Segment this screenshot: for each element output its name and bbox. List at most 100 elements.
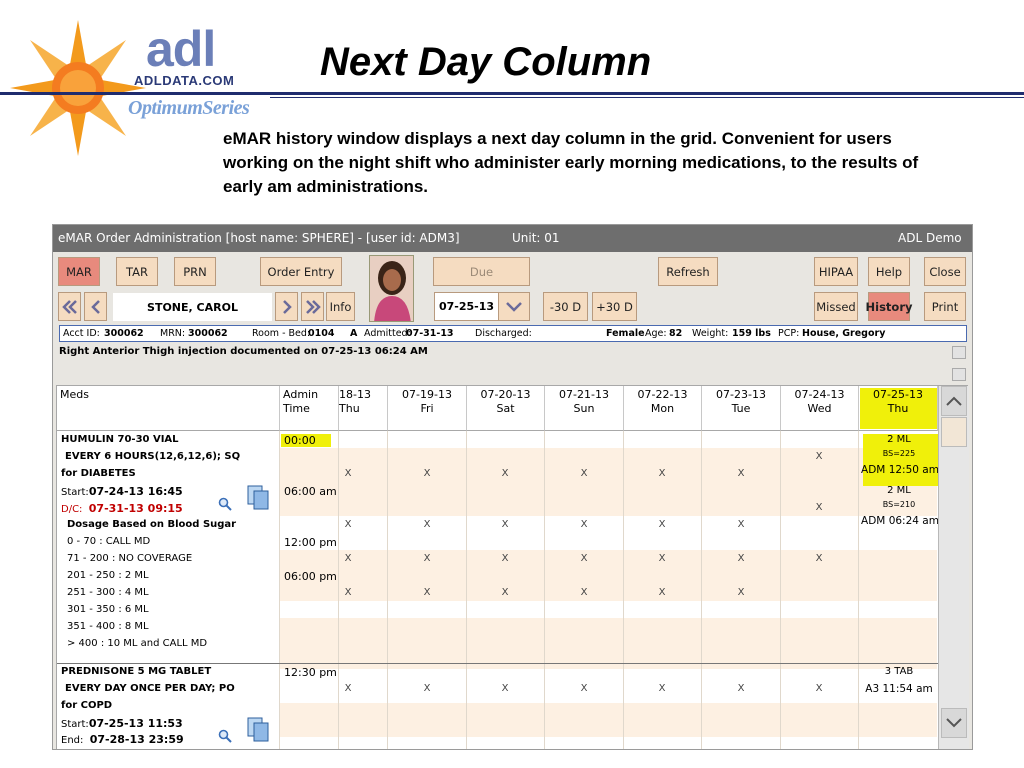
history-button[interactable]: History	[866, 292, 913, 321]
dc-date: 07-31-13 09:15	[88, 502, 183, 515]
admin1-dose[interactable]: 2 ML	[860, 434, 938, 445]
x-mark[interactable]: X	[655, 587, 669, 598]
end-date: 07-28-13 23:59	[89, 733, 184, 746]
x-mark[interactable]: X	[420, 683, 434, 694]
last-page-icon[interactable]	[301, 292, 324, 321]
day-col-6[interactable]: 07-24-13 Wed	[781, 386, 859, 431]
admin-time: 12:00 pm	[284, 536, 337, 549]
order-entry-button[interactable]: Order Entry	[260, 257, 342, 286]
info-button[interactable]: Info	[326, 292, 355, 321]
scroll-down-icon[interactable]	[941, 708, 967, 738]
x-mark[interactable]: X	[734, 553, 748, 564]
minus-30-days-button[interactable]: -30 D	[543, 292, 588, 321]
med1-name[interactable]: HUMULIN 70-30 VIAL	[61, 434, 179, 445]
med2-sig: EVERY DAY ONCE PER DAY; PO	[65, 683, 235, 694]
scroll-up-icon[interactable]	[941, 386, 967, 416]
x-mark[interactable]: X	[498, 468, 512, 479]
x-mark[interactable]: X	[655, 468, 669, 479]
help-button[interactable]: Help	[868, 257, 910, 286]
x-mark[interactable]: X	[577, 553, 591, 564]
day-col-1[interactable]: 07-19-13 Fri	[388, 386, 467, 431]
magnifier-icon[interactable]	[218, 497, 232, 511]
note-scroll-down-icon[interactable]	[952, 368, 966, 381]
x-mark[interactable]: X	[498, 553, 512, 564]
header-rule-thin	[270, 97, 1024, 98]
logo-series: OptimumSeries	[128, 97, 250, 119]
due-button[interactable]: Due	[433, 257, 530, 286]
hipaa-button[interactable]: HIPAA	[814, 257, 858, 286]
day-col-2[interactable]: 07-20-13 Sat	[467, 386, 545, 431]
magnifier-icon[interactable]	[218, 729, 232, 743]
tar-button[interactable]: TAR	[116, 257, 158, 286]
next-icon[interactable]	[275, 292, 298, 321]
x-mark[interactable]: X	[341, 683, 355, 694]
emar-window: eMAR Order Administration [host name: SP…	[52, 224, 973, 750]
x-mark[interactable]: X	[420, 468, 434, 479]
x-mark[interactable]: X	[655, 553, 669, 564]
med2-admin-by: A3 11:54 am	[865, 683, 933, 695]
grid-scrollbar[interactable]	[938, 386, 969, 749]
refresh-button[interactable]: Refresh	[658, 257, 718, 286]
mar-button[interactable]: MAR	[58, 257, 100, 286]
pcp-label: PCP:	[778, 328, 800, 339]
x-mark[interactable]: X	[577, 587, 591, 598]
plus-30-days-button[interactable]: +30 D	[592, 292, 637, 321]
x-mark[interactable]: X	[420, 519, 434, 530]
x-mark[interactable]: X	[577, 468, 591, 479]
x-mark[interactable]: X	[812, 502, 826, 513]
mrn-label: MRN:	[160, 328, 186, 339]
med1-sig: EVERY 6 HOURS(12,6,12,6); SQ	[65, 451, 241, 462]
med2-end: End: 07-28-13 23:59	[61, 733, 184, 746]
x-mark[interactable]: X	[734, 587, 748, 598]
x-mark[interactable]: X	[341, 519, 355, 530]
sex-value: Female	[606, 328, 645, 339]
admin1-bs: BS=225	[882, 449, 916, 458]
x-mark[interactable]: X	[655, 683, 669, 694]
day-col-5[interactable]: 07-23-13 Tue	[702, 386, 781, 431]
x-mark[interactable]: X	[734, 683, 748, 694]
scale-row: 351 - 400 : 8 ML	[67, 621, 149, 632]
day-col-4[interactable]: 07-22-13 Mon	[624, 386, 702, 431]
x-mark[interactable]: X	[812, 451, 826, 462]
x-mark[interactable]: X	[341, 468, 355, 479]
note-scroll-up-icon[interactable]	[952, 346, 966, 359]
x-mark[interactable]: X	[420, 587, 434, 598]
day-name: Thu	[887, 402, 909, 415]
x-mark[interactable]: X	[498, 683, 512, 694]
sun-logo-icon	[10, 20, 146, 156]
missed-button[interactable]: Missed	[814, 292, 858, 321]
scroll-thumb[interactable]	[941, 417, 967, 447]
admin2-dose[interactable]: 2 ML	[860, 485, 938, 496]
prn-button[interactable]: PRN	[174, 257, 216, 286]
med2-admin-dose[interactable]: 3 TAB	[860, 666, 938, 677]
age-label: Age:	[645, 328, 667, 339]
x-mark[interactable]: X	[734, 519, 748, 530]
close-button[interactable]: Close	[924, 257, 966, 286]
dropdown-chevron-icon[interactable]	[498, 292, 530, 321]
notes-icon[interactable]	[246, 716, 272, 744]
x-mark[interactable]: X	[341, 587, 355, 598]
x-mark[interactable]: X	[577, 519, 591, 530]
admitted-label: Admitted:	[364, 328, 411, 339]
x-mark[interactable]: X	[420, 553, 434, 564]
med2-name[interactable]: PREDNISONE 5 MG TABLET	[61, 666, 211, 677]
day-name: Wed	[807, 402, 832, 415]
notes-icon[interactable]	[246, 484, 272, 512]
day-col-7-next-day[interactable]: 07-25-13 Thu	[859, 386, 938, 431]
x-mark[interactable]: X	[812, 683, 826, 694]
x-mark[interactable]: X	[498, 587, 512, 598]
day-date: 07-20-13	[480, 388, 531, 401]
x-mark[interactable]: X	[734, 468, 748, 479]
print-button[interactable]: Print	[924, 292, 966, 321]
day-date: 07-22-13	[637, 388, 688, 401]
x-mark[interactable]: X	[341, 553, 355, 564]
x-mark[interactable]: X	[498, 519, 512, 530]
x-mark[interactable]: X	[577, 683, 591, 694]
x-mark[interactable]: X	[655, 519, 669, 530]
x-mark[interactable]: X	[812, 553, 826, 564]
day-col-0[interactable]: 18-13 Thu	[339, 386, 388, 431]
first-page-icon[interactable]	[58, 292, 81, 321]
day-col-3[interactable]: 07-21-13 Sun	[545, 386, 624, 431]
end-label: End:	[61, 735, 84, 746]
prev-icon[interactable]	[84, 292, 107, 321]
